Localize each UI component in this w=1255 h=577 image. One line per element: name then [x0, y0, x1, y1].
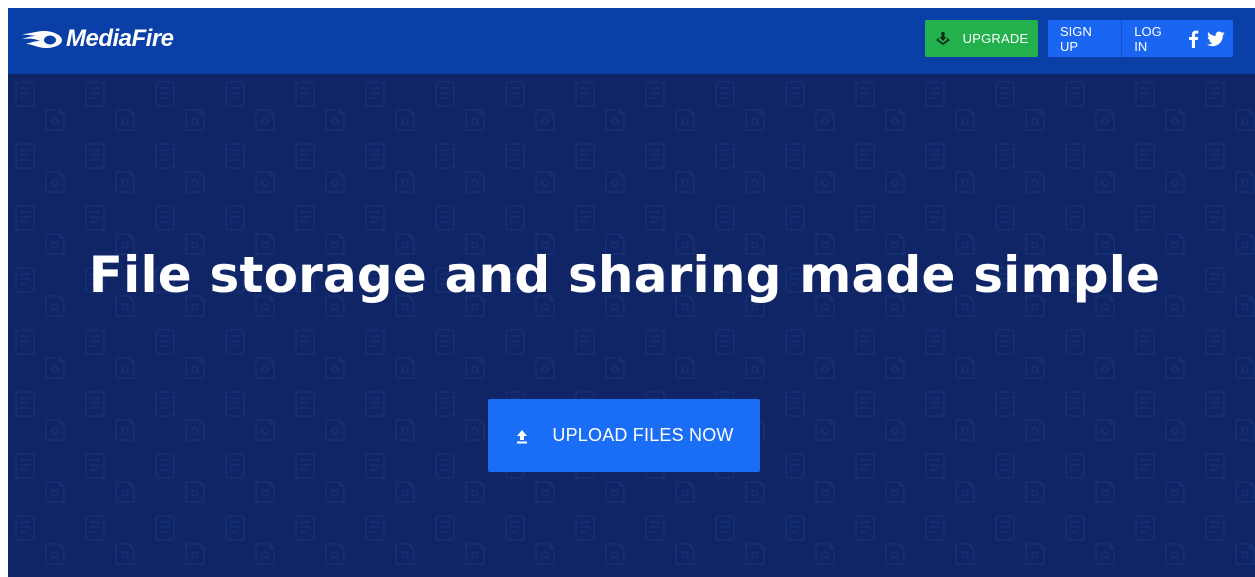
- download-tray-icon: [935, 31, 950, 45]
- upload-arrow-icon: [517, 429, 528, 443]
- background-pattern: [8, 74, 1255, 577]
- top-header: MediaFire UPGRADE SIGN UP LOG IN: [8, 8, 1255, 74]
- brand-name: MediaFire: [66, 25, 174, 52]
- auth-group: SIGN UP LOG IN: [1048, 20, 1233, 57]
- upgrade-button[interactable]: UPGRADE: [925, 20, 1038, 57]
- upload-files-button[interactable]: UPLOAD FILES NOW: [488, 399, 760, 472]
- social-links: [1187, 30, 1233, 48]
- mediafire-logo[interactable]: MediaFire: [20, 24, 174, 54]
- twitter-bird-icon[interactable]: [1207, 31, 1225, 47]
- login-button[interactable]: LOG IN: [1122, 20, 1187, 57]
- signup-button[interactable]: SIGN UP: [1048, 20, 1121, 57]
- upload-label: UPLOAD FILES NOW: [552, 425, 734, 445]
- upgrade-label: UPGRADE: [962, 31, 1029, 46]
- hero-section: File storage and sharing made simple UPL…: [8, 74, 1255, 577]
- mediafire-flame-icon: [22, 31, 62, 48]
- facebook-icon[interactable]: [1187, 30, 1199, 48]
- page-frame: MediaFire UPGRADE SIGN UP LOG IN File st…: [8, 8, 1255, 577]
- hero-headline: File storage and sharing made simple: [88, 246, 1161, 304]
